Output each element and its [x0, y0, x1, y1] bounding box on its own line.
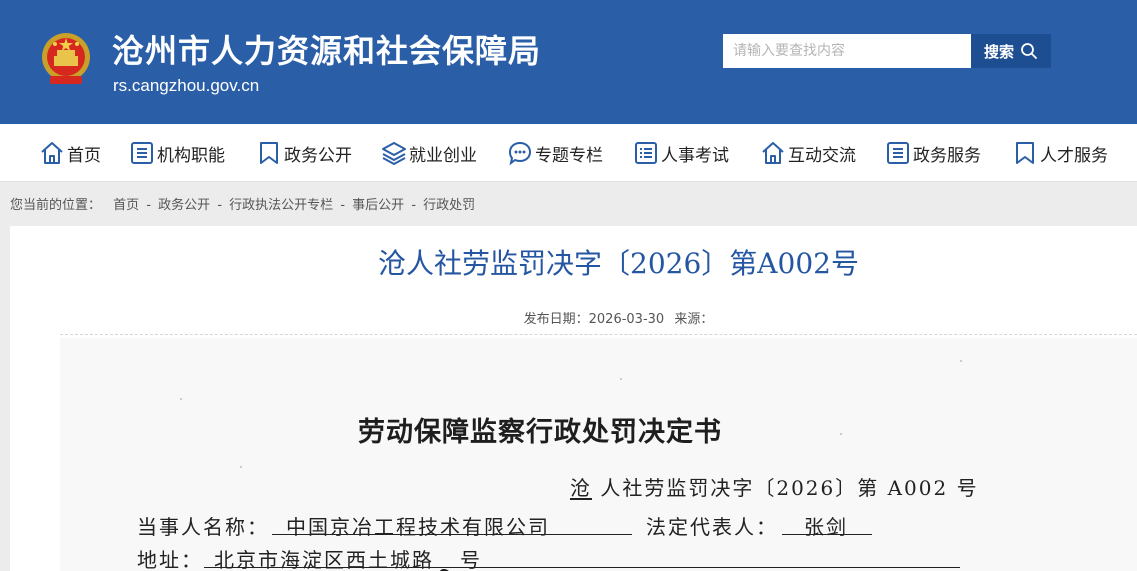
party-label: 当事人名称：: [137, 515, 269, 539]
nav-item-interaction[interactable]: 互动交流: [760, 138, 856, 168]
legal-rep-label: 法定代表人：: [646, 515, 778, 539]
document-number: 沧 人社劳监罚决字〔2026〕第 A002 号: [570, 472, 979, 501]
breadcrumb-separator: -: [217, 198, 223, 213]
legal-rep-value: 张剑: [804, 515, 848, 539]
nav-item-label: 政务公开: [284, 145, 352, 166]
site-url[interactable]: rs.cangzhou.gov.cn: [113, 76, 259, 96]
site-header: 沧州市人力资源和社会保障局 rs.cangzhou.gov.cn 搜索: [0, 0, 1137, 124]
nav-item-gov-affairs[interactable]: 政务公开: [256, 138, 352, 168]
source-label: 来源：: [674, 312, 714, 327]
national-emblem-icon: [42, 33, 90, 84]
bookmark-icon: [1016, 142, 1034, 164]
search-input[interactable]: [723, 34, 971, 68]
breadcrumb-item-gov-affairs[interactable]: 政务公开: [158, 198, 210, 213]
nav-item-label: 人才服务: [1040, 145, 1108, 166]
scanned-document-image: 劳动保障监察行政处罚决定书 沧 人社劳监罚决字〔2026〕第 A002 号 当事…: [60, 338, 1137, 571]
nav-item-label: 专题专栏: [535, 145, 603, 166]
nav-item-org-functions[interactable]: 机构职能: [129, 138, 225, 168]
address-value-end: 号: [460, 548, 482, 571]
breadcrumb-separator: -: [146, 198, 152, 213]
document-number-prefix: 沧: [570, 476, 592, 500]
bookmark-icon: [260, 142, 278, 164]
meta-divider: [60, 334, 1137, 335]
chat-bubble-icon: [508, 141, 532, 166]
document-heading: 劳动保障监察行政处罚决定书: [358, 417, 722, 448]
main-nav: 首页 机构职能 政务公开 就业创业 专题专栏 人事考试 互动交流 政务服务 人才…: [0, 124, 1137, 182]
breadcrumb-item-enforcement[interactable]: 行政执法公开专栏: [229, 198, 333, 213]
party-value: 中国京冶工程技术有限公司: [286, 515, 550, 539]
address-value-start: 北京市海淀区西土城路: [214, 548, 434, 571]
nav-item-employment[interactable]: 就业创业: [381, 138, 477, 168]
breadcrumb: 您当前的位置： 首页 - 政务公开 - 行政执法公开专栏 - 事后公开 - 行政…: [10, 194, 475, 213]
home-icon: [41, 142, 63, 164]
search-button[interactable]: 搜索: [971, 34, 1051, 68]
search-button-label: 搜索: [983, 42, 1014, 61]
nav-item-label: 互动交流: [788, 145, 856, 166]
breadcrumb-separator: -: [340, 198, 346, 213]
nav-item-label: 人事考试: [661, 145, 729, 166]
search-icon: [1021, 43, 1037, 59]
document-number-rest: 人社劳监罚决字〔2026〕第 A002 号: [600, 476, 979, 500]
article-meta: 发布日期：2026-03-30 来源：: [10, 308, 1137, 327]
nav-item-label: 机构职能: [157, 145, 225, 166]
layers-icon: [382, 142, 406, 166]
nav-item-label: 就业创业: [409, 145, 477, 166]
checklist-icon: [635, 142, 657, 164]
site-title[interactable]: 沧州市人力资源和社会保障局: [112, 26, 541, 72]
nav-item-label: 政务服务: [913, 145, 981, 166]
breadcrumb-separator: -: [411, 198, 417, 213]
nav-item-personnel-exam[interactable]: 人事考试: [633, 138, 729, 168]
home-icon: [762, 142, 784, 164]
article: 沧人社劳监罚决字〔2026〕第A002号 发布日期：2026-03-30 来源：…: [10, 226, 1137, 571]
breadcrumb-prefix: 您当前的位置：: [10, 198, 102, 213]
article-title: 沧人社劳监罚决字〔2026〕第A002号: [378, 247, 859, 280]
nav-item-label: 首页: [67, 145, 101, 166]
breadcrumb-item-post-disclosure[interactable]: 事后公开: [352, 198, 404, 213]
list-icon: [887, 142, 909, 164]
breadcrumb-item-penalty[interactable]: 行政处罚: [423, 198, 475, 213]
list-icon: [131, 142, 153, 164]
address-value: 北京市海淀区西土城路 号: [214, 544, 482, 571]
publish-date-label: 发布日期：: [523, 312, 589, 327]
breadcrumb-item-home[interactable]: 首页: [113, 198, 139, 213]
nav-item-home[interactable]: 首页: [39, 138, 101, 168]
nav-item-special-topics[interactable]: 专题专栏: [507, 138, 603, 168]
nav-item-talent-services[interactable]: 人才服务: [1012, 138, 1108, 168]
address-label: 地址：: [137, 548, 203, 571]
nav-item-gov-services[interactable]: 政务服务: [885, 138, 981, 168]
publish-date: 2026-03-30: [588, 312, 665, 327]
